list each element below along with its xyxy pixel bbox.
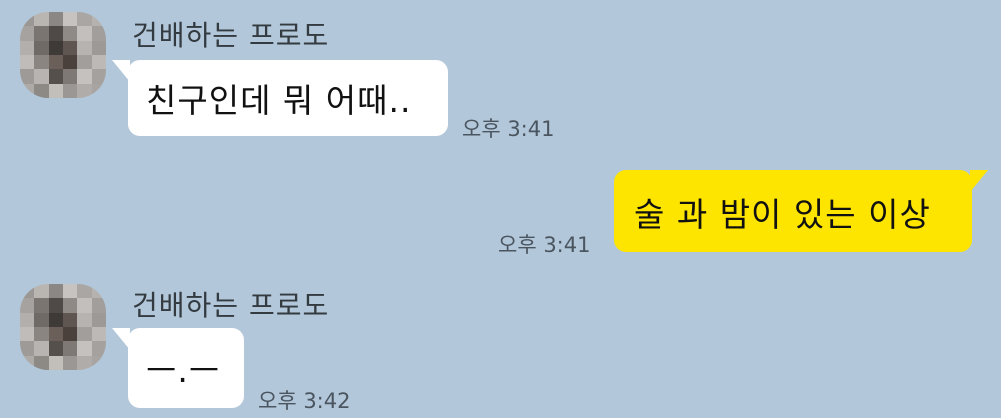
message-text: 친구인데 뭐 어때.. (146, 81, 412, 120)
message-time: 오후 3:41 (462, 117, 555, 141)
message-text: 술 과 밤이 있는 이상 (634, 195, 931, 234)
sender-name: 건배하는 프로도 (132, 19, 330, 52)
message-time: 오후 3:42 (258, 389, 351, 413)
message-bubble[interactable]: 친구인데 뭐 어때.. (112, 60, 448, 136)
message-bubble[interactable]: ㅡ.ㅡ (112, 328, 244, 408)
my-message-bubble[interactable]: 술 과 밤이 있는 이상 (614, 170, 988, 252)
message-time: 오후 3:41 (498, 233, 591, 257)
message-text: ㅡ.ㅡ (146, 351, 221, 390)
sender-name: 건배하는 프로도 (132, 289, 330, 322)
chat-room: 건배하는 프로도 친구인데 뭐 어때.. 오후 3:41 오후 3:41 술 과… (0, 0, 1001, 418)
avatar[interactable] (20, 12, 106, 98)
avatar[interactable] (20, 284, 106, 370)
